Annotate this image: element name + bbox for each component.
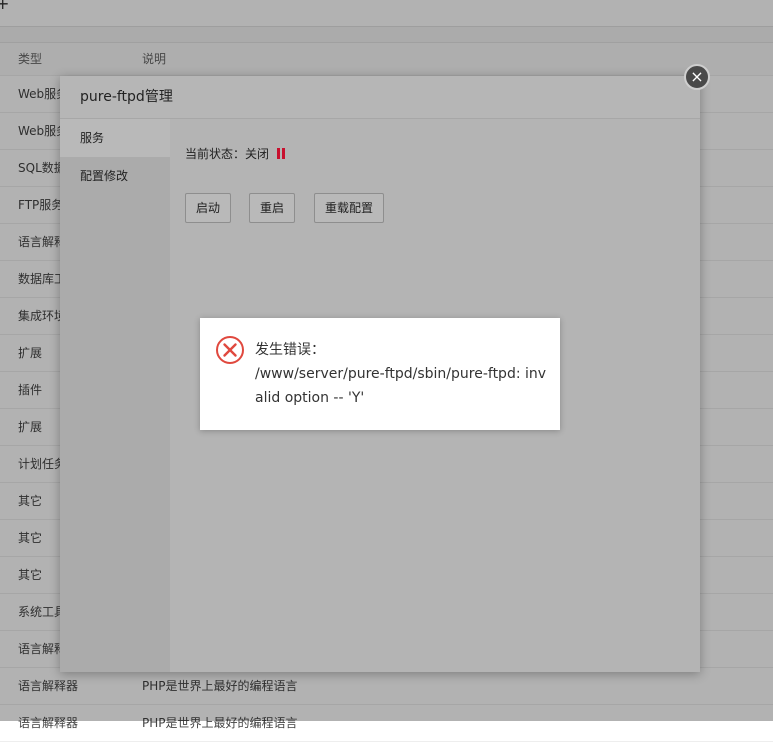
dialog-titlebar: pure-ftpd管理 — [60, 76, 700, 119]
error-message-dialog: 发生错误： /www/server/pure-ftpd/sbin/pure-ft… — [200, 318, 560, 430]
error-body: /www/server/pure-ftpd/sbin/pure-ftpd: in… — [255, 366, 547, 406]
sidebar-item-service[interactable]: 服务 — [60, 119, 170, 157]
pause-icon — [276, 148, 286, 159]
error-title: 发生错误： — [255, 342, 325, 358]
error-x-circle-icon — [216, 336, 244, 364]
close-icon: × — [690, 67, 704, 86]
reload-config-button[interactable]: 重载配置 — [314, 193, 384, 223]
error-text: 发生错误： /www/server/pure-ftpd/sbin/pure-ft… — [255, 338, 550, 410]
sidebar-item-label: 服务 — [80, 131, 105, 145]
dialog-title: pure-ftpd管理 — [80, 89, 173, 105]
close-button[interactable]: × — [684, 64, 710, 90]
start-button[interactable]: 启动 — [185, 193, 231, 223]
sidebar-item-config[interactable]: 配置修改 — [60, 157, 170, 195]
status-text: 当前状态：关闭 — [185, 147, 270, 161]
dialog-sidebar: 服务 配置修改 — [60, 119, 170, 672]
sidebar-item-label: 配置修改 — [80, 169, 129, 183]
service-status: 当前状态：关闭 — [185, 145, 286, 162]
restart-button[interactable]: 重启 — [249, 193, 295, 223]
